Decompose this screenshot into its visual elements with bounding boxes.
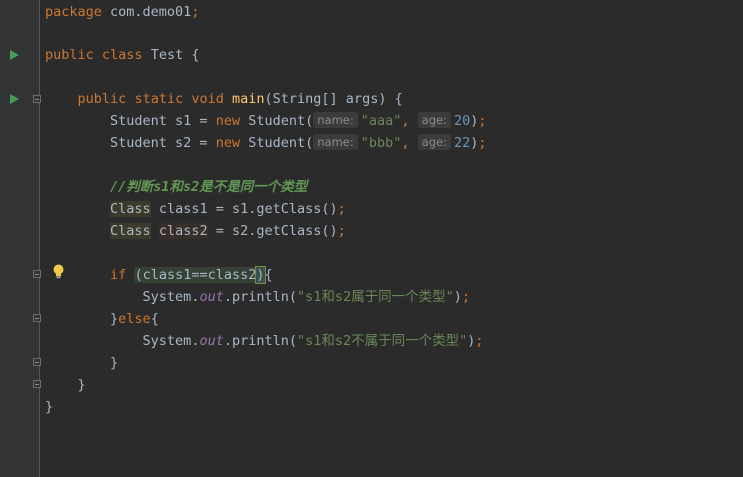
string-literal: "aaa" [360, 113, 402, 129]
code-line-class2[interactable]: Class class2 = s2.getClass(); [45, 220, 346, 242]
run-class-icon[interactable] [10, 50, 19, 60]
type-class: Class [110, 223, 151, 239]
fold-if-icon[interactable] [33, 270, 41, 278]
type-class: Class [110, 201, 151, 217]
keyword-class: class [101, 47, 143, 63]
param-hint-age: age: [417, 112, 451, 128]
close-brace: } [110, 355, 119, 371]
code-line-println-diff[interactable]: System.out.println("s1和s2不属于同一个类型"); [45, 330, 484, 352]
class-name: Test { [142, 47, 200, 63]
static-field-out: out [199, 289, 224, 305]
fold-method-icon[interactable] [33, 95, 41, 103]
code-line-package[interactable]: package com.demo01; [45, 1, 199, 23]
string-literal: "bbb" [360, 135, 402, 151]
open-brace: { [264, 267, 273, 283]
static-field-out: out [199, 333, 224, 349]
semicolon: ; [478, 135, 487, 151]
code-line-comment[interactable]: //判断s1和s2是不是同一个类型 [45, 176, 307, 198]
keyword-public: public [77, 91, 127, 107]
semicolon: ; [337, 223, 346, 239]
semicolon: ; [191, 4, 200, 20]
close-brace: } [45, 399, 54, 415]
println-call: .println( [223, 289, 297, 305]
open-brace: { [150, 311, 159, 327]
param-hint-name: name: [313, 134, 358, 150]
fold-else-end-icon[interactable] [33, 358, 41, 366]
string-literal: "s1和s2属于同一个类型" [297, 289, 454, 305]
fold-else-icon[interactable] [33, 314, 41, 322]
keyword-static: static [134, 91, 184, 107]
code-line-class-close[interactable]: } [45, 396, 53, 418]
main-params: (String[] args) { [264, 91, 403, 107]
keyword-if: if [110, 267, 127, 283]
close-brace: } [77, 377, 86, 393]
keyword-new: new [215, 113, 241, 129]
keyword-else: else [118, 311, 151, 327]
if-close-paren: ) [255, 266, 266, 284]
semicolon: ; [337, 201, 346, 217]
keyword-package: package [45, 4, 102, 20]
getclass-call: = s1.getClass() [207, 201, 338, 217]
package-name: com.demo01 [101, 4, 192, 20]
var-class2: class2 [158, 223, 208, 239]
semicolon: ; [475, 333, 484, 349]
code-line-student-s2[interactable]: Student s2 = new Student(name: "bbb", age… [45, 132, 487, 154]
number-literal: 20 [453, 113, 471, 129]
code-editor[interactable]: package com.demo01; public class Test { … [0, 0, 743, 477]
if-condition: class1==class [142, 267, 249, 283]
code-line-else-close[interactable]: } [45, 352, 118, 374]
string-literal: "s1和s2不属于同一个类型" [297, 333, 468, 349]
student-s2-decl: Student s2 = [110, 135, 216, 151]
keyword-public: public [45, 47, 94, 63]
close-brace: } [110, 311, 119, 327]
code-line-if[interactable]: if (class1==class2){ [45, 264, 273, 286]
method-name-main: main [232, 91, 265, 107]
close-paren: ) [453, 289, 462, 305]
system-ref: System. [142, 289, 200, 305]
keyword-new: new [215, 135, 241, 151]
code-line-println-same[interactable]: System.out.println("s1和s2属于同一个类型"); [45, 286, 471, 308]
constructor-call: Student( [240, 135, 314, 151]
number-literal: 22 [453, 135, 471, 151]
code-line-else[interactable]: }else{ [45, 308, 159, 330]
code-line-class-decl[interactable]: public class Test { [45, 44, 199, 66]
code-line-student-s1[interactable]: Student s1 = new Student(name: "aaa", age… [45, 110, 487, 132]
code-line-method-close[interactable]: } [45, 374, 86, 396]
var-class1: class1 [158, 201, 208, 217]
run-main-icon[interactable] [10, 94, 19, 104]
semicolon: ; [478, 113, 487, 129]
param-hint-age: age: [417, 134, 451, 150]
comma: , [401, 113, 418, 129]
fold-method-end-icon[interactable] [33, 380, 41, 388]
system-ref: System. [142, 333, 200, 349]
comma: , [401, 135, 418, 151]
getclass-call: = s2.getClass() [207, 223, 338, 239]
comment-text: //判断s1和s2是不是同一个类型 [110, 179, 308, 195]
if-open-paren: ( [134, 267, 143, 283]
println-call: .println( [223, 333, 297, 349]
constructor-call: Student( [240, 113, 314, 129]
student-s1-decl: Student s1 = [110, 113, 216, 129]
editor-gutter [0, 0, 40, 477]
param-hint-name: name: [313, 112, 358, 128]
keyword-void: void [191, 91, 224, 107]
code-line-class1[interactable]: Class class1 = s1.getClass(); [45, 198, 346, 220]
semicolon: ; [461, 289, 471, 305]
code-line-main-decl[interactable]: public static void main(String[] args) { [45, 88, 403, 110]
